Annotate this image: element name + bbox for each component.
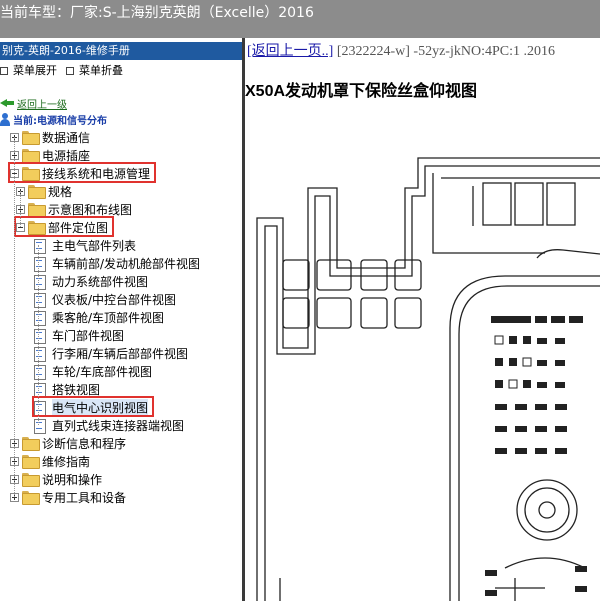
tree-doc-item[interactable]: 车门部件视图 bbox=[34, 326, 124, 344]
top-bar: 当前车型：厂家:S-上海别克英朗（Excelle）2016 bbox=[0, 0, 600, 38]
document-icon bbox=[34, 274, 46, 290]
tree-item-label[interactable]: 说明和操作 bbox=[42, 471, 102, 488]
folder-icon bbox=[22, 473, 40, 487]
navigation-panel: 别克-英朗-2016-维修手册 菜单展开 菜单折叠 返回上一级 当前:电源和信号… bbox=[0, 38, 242, 601]
folder-icon bbox=[28, 185, 46, 199]
tree-doc-item[interactable]: 主电气部件列表 bbox=[34, 236, 136, 254]
tree-item-label[interactable]: 车轮/车底部件视图 bbox=[52, 363, 152, 380]
expand-square-icon bbox=[0, 67, 8, 75]
folder-icon bbox=[22, 437, 40, 451]
tree-item-label[interactable]: 乘客舱/车顶部件视图 bbox=[52, 309, 164, 326]
doc-code: [2322224-w] -52yz-jkNO:4PC:1 .2016 bbox=[336, 44, 555, 59]
tree-item-label[interactable]: 直列式线束连接器端视图 bbox=[52, 417, 184, 434]
tree-connector bbox=[38, 245, 39, 425]
tree-item-label[interactable]: 搭铁视图 bbox=[52, 381, 100, 398]
document-icon bbox=[34, 292, 46, 308]
content-panel: [返回上一页..] [2322224-w] -52yz-jkNO:4PC:1 .… bbox=[245, 38, 600, 601]
page-title: X50A发动机罩下保险丝盒仰视图 bbox=[245, 83, 478, 100]
car-model-label: 当前车型： bbox=[0, 5, 70, 21]
folder-icon bbox=[22, 131, 40, 145]
folder-icon bbox=[28, 203, 46, 217]
tree-folder-item[interactable]: 数据通信 bbox=[10, 128, 90, 146]
tree-doc-item[interactable]: 电气中心识别视图 bbox=[34, 398, 149, 416]
tree-item-label[interactable]: 专用工具和设备 bbox=[42, 489, 126, 506]
document-icon bbox=[34, 364, 46, 380]
folder-icon bbox=[22, 149, 40, 163]
tree-item-label[interactable]: 示意图和布线图 bbox=[48, 201, 132, 218]
collapse-all-button[interactable]: 菜单折叠 bbox=[66, 64, 123, 78]
tree-item-label[interactable]: 部件定位图 bbox=[48, 219, 108, 236]
tree-doc-item[interactable]: 乘客舱/车顶部件视图 bbox=[34, 308, 164, 326]
folder-icon bbox=[28, 221, 46, 235]
tree-item-label[interactable]: 维修指南 bbox=[42, 453, 90, 470]
tree-item-label[interactable]: 车门部件视图 bbox=[52, 327, 124, 344]
tree-item-label[interactable]: 电气中心识别视图 bbox=[52, 398, 149, 416]
tree-item-label[interactable]: 接线系统和电源管理 bbox=[42, 165, 150, 182]
tree-folder-item[interactable]: 说明和操作 bbox=[10, 470, 102, 488]
back-arrow-icon bbox=[0, 97, 14, 109]
tree-doc-item[interactable]: 仪表板/中控台部件视图 bbox=[34, 290, 176, 308]
tree-folder-item[interactable]: 专用工具和设备 bbox=[10, 488, 126, 506]
document-icon bbox=[34, 400, 46, 416]
tree-doc-item[interactable]: 行李厢/车辆后部部件视图 bbox=[34, 344, 188, 362]
manual-title: 别克-英朗-2016-维修手册 bbox=[0, 42, 242, 60]
document-icon bbox=[34, 382, 46, 398]
tree-item-label[interactable]: 规格 bbox=[48, 183, 72, 200]
tree-item-label[interactable]: 主电气部件列表 bbox=[52, 237, 136, 254]
car-model: 当前车型：厂家:S-上海别克英朗（Excelle）2016 bbox=[0, 2, 314, 22]
current-location-label: 当前:电源和信号分布 bbox=[13, 116, 107, 127]
document-icon bbox=[34, 328, 46, 344]
tree-doc-item[interactable]: 动力系统部件视图 bbox=[34, 272, 148, 290]
document-icon bbox=[34, 310, 46, 326]
tree-folder-item[interactable]: 示意图和布线图 bbox=[16, 200, 132, 218]
tree-folder-item[interactable]: 规格 bbox=[16, 182, 72, 200]
folder-icon bbox=[22, 167, 40, 181]
document-icon bbox=[34, 256, 46, 272]
tree-item-label[interactable]: 行李厢/车辆后部部件视图 bbox=[52, 345, 188, 362]
tree-doc-item[interactable]: 车辆前部/发动机舱部件视图 bbox=[34, 254, 200, 272]
back-up-level-link[interactable]: 返回上一级 bbox=[17, 96, 67, 111]
tree-item-label[interactable]: 电源插座 bbox=[42, 147, 90, 164]
menu-controls: 菜单展开 菜单折叠 bbox=[0, 64, 242, 78]
tree-doc-item[interactable]: 搭铁视图 bbox=[34, 380, 100, 398]
tree-doc-item[interactable]: 车轮/车底部件视图 bbox=[34, 362, 152, 380]
tree-folder-item[interactable]: 部件定位图 bbox=[16, 218, 108, 236]
tree-doc-item[interactable]: 直列式线束连接器端视图 bbox=[34, 416, 184, 434]
back-page-link[interactable]: [返回上一页..] bbox=[247, 44, 333, 59]
document-icon bbox=[34, 418, 46, 434]
content-nav: [返回上一页..] [2322224-w] -52yz-jkNO:4PC:1 .… bbox=[247, 40, 555, 60]
back-up-level[interactable]: 返回上一级 bbox=[0, 96, 67, 111]
tree-item-label[interactable]: 动力系统部件视图 bbox=[52, 273, 148, 290]
tree-folder-item[interactable]: 维修指南 bbox=[10, 452, 90, 470]
tree-folder-item[interactable]: 接线系统和电源管理 bbox=[10, 164, 150, 182]
expand-all-button[interactable]: 菜单展开 bbox=[0, 64, 57, 78]
expand-all-label: 菜单展开 bbox=[13, 64, 57, 77]
tree-item-label[interactable]: 车辆前部/发动机舱部件视图 bbox=[52, 255, 200, 272]
document-icon bbox=[34, 238, 46, 254]
folder-icon bbox=[22, 455, 40, 469]
fuse-box-diagram bbox=[256, 157, 600, 601]
folder-icon bbox=[22, 491, 40, 505]
car-model-value: 厂家:S-上海别克英朗（Excelle）2016 bbox=[70, 5, 314, 21]
tree-item-label[interactable]: 仪表板/中控台部件视图 bbox=[52, 291, 176, 308]
tree-folder-item[interactable]: 诊断信息和程序 bbox=[10, 434, 126, 452]
collapse-square-icon bbox=[66, 67, 74, 75]
tree-item-label[interactable]: 数据通信 bbox=[42, 129, 90, 146]
user-icon bbox=[0, 113, 10, 126]
tree-connector bbox=[20, 191, 21, 227]
tree-item-label[interactable]: 诊断信息和程序 bbox=[42, 435, 126, 452]
tree-connector bbox=[14, 137, 15, 497]
tree-folder-item[interactable]: 电源插座 bbox=[10, 146, 90, 164]
current-location: 当前:电源和信号分布 bbox=[0, 112, 107, 127]
collapse-all-label: 菜单折叠 bbox=[79, 64, 123, 77]
document-icon bbox=[34, 346, 46, 362]
